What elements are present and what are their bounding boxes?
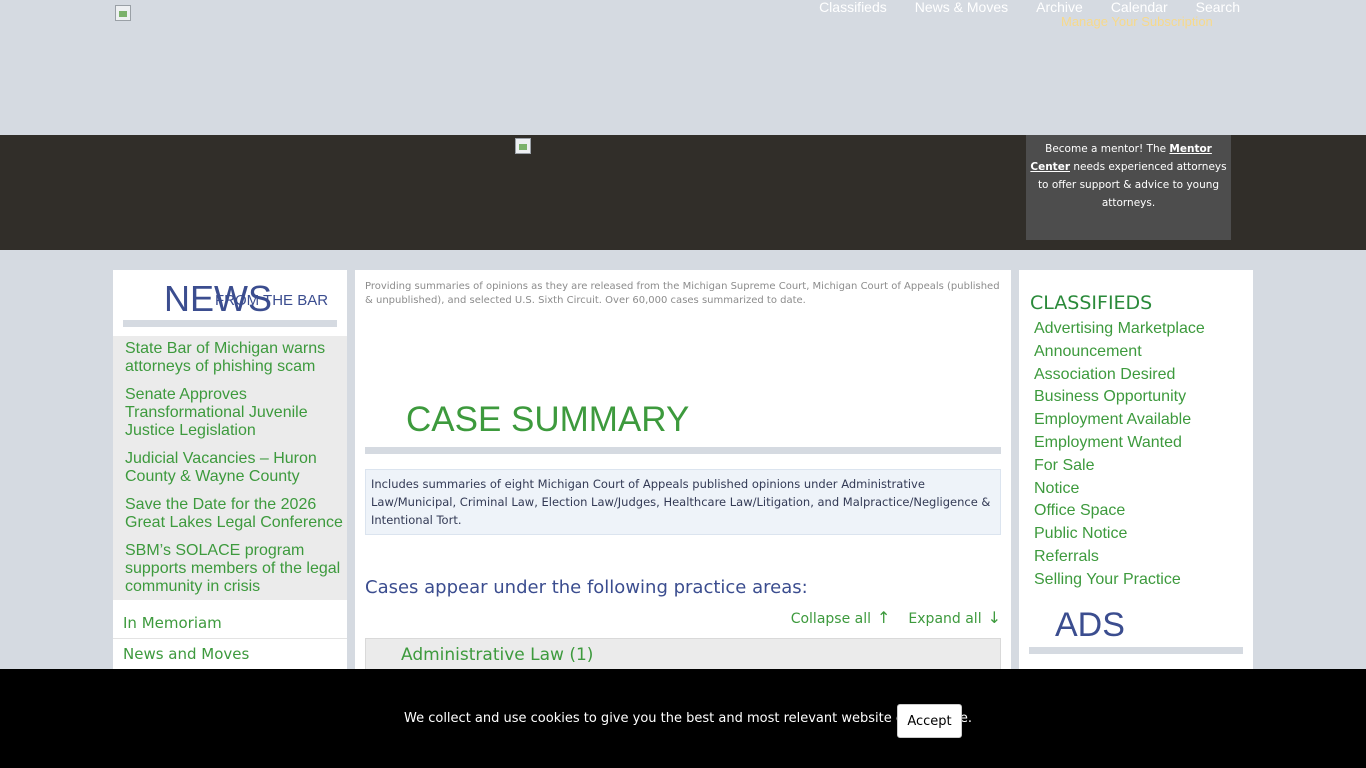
banner-image[interactable] xyxy=(515,138,531,154)
expand-collapse-controls: Collapse all ↑ Expand all ↓ xyxy=(791,608,1001,627)
nav-calendar[interactable]: Calendar xyxy=(1111,0,1168,14)
collapse-all-button[interactable]: Collapse all ↑ xyxy=(791,608,891,627)
news-item[interactable]: Judicial Vacancies – Huron County & Wayn… xyxy=(125,450,343,486)
news-and-moves-link[interactable]: News and Moves xyxy=(113,639,347,670)
nav-news-moves[interactable]: News & Moves xyxy=(915,0,1008,14)
cookie-message: We collect and use cookies to give you t… xyxy=(404,711,973,726)
news-heading-small: FROM THE BAR xyxy=(215,292,329,309)
expand-all-button[interactable]: Expand all ↓ xyxy=(908,608,1001,627)
classified-link[interactable]: Referrals xyxy=(1034,546,1253,569)
site-header: Classifieds News & Moves Archive Calenda… xyxy=(0,0,1366,135)
nav-archive[interactable]: Archive xyxy=(1036,0,1083,14)
nav-classifieds[interactable]: Classifieds xyxy=(819,0,887,14)
cookie-banner: We collect and use cookies to give you t… xyxy=(0,669,1366,768)
classified-link[interactable]: Employment Wanted xyxy=(1034,432,1253,455)
classified-link[interactable]: Selling Your Practice xyxy=(1034,569,1253,592)
divider xyxy=(123,320,337,327)
ads-heading: ADS xyxy=(1055,606,1125,644)
in-memoriam-link[interactable]: In Memoriam xyxy=(113,608,347,639)
page-title: CASE SUMMARY xyxy=(406,400,690,439)
manage-subscription-link[interactable]: Manage Your Subscription xyxy=(1061,14,1213,29)
news-heading: NEWS FROM THE BAR xyxy=(113,270,347,320)
banner: Become a mentor! The Mentor Center needs… xyxy=(0,135,1366,250)
classified-link[interactable]: For Sale xyxy=(1034,455,1253,478)
left-sidebar: NEWS FROM THE BAR State Bar of Michigan … xyxy=(113,270,347,690)
classified-link[interactable]: Office Space xyxy=(1034,500,1253,523)
news-item[interactable]: State Bar of Michigan warns attorneys of… xyxy=(125,340,343,376)
classified-link[interactable]: Public Notice xyxy=(1034,523,1253,546)
classified-link[interactable]: Business Opportunity xyxy=(1034,386,1253,409)
arrow-up-icon: ↑ xyxy=(877,608,891,627)
classified-link[interactable]: Employment Available xyxy=(1034,409,1253,432)
collapse-all-label: Collapse all xyxy=(790,611,872,627)
classifieds-list: Advertising Marketplace Announcement Ass… xyxy=(1019,314,1253,592)
news-item[interactable]: SBM’s SOLACE program supports members of… xyxy=(125,542,343,596)
right-sidebar: CLASSIFIEDS Advertising Marketplace Anno… xyxy=(1019,270,1253,690)
classified-link[interactable]: Announcement xyxy=(1034,341,1253,364)
arrow-down-icon: ↓ xyxy=(987,608,1001,627)
classifieds-heading: CLASSIFIEDS xyxy=(1030,292,1153,314)
news-list: State Bar of Michigan warns attorneys of… xyxy=(113,336,347,600)
nav-search[interactable]: Search xyxy=(1196,0,1240,14)
divider xyxy=(365,447,1001,454)
top-nav: Classifieds News & Moves Archive Calenda… xyxy=(819,0,1240,14)
summary-box: Includes summaries of eight Michigan Cou… xyxy=(365,469,1001,535)
classified-link[interactable]: Notice xyxy=(1034,478,1253,501)
news-item[interactable]: Save the Date for the 2026 Great Lakes L… xyxy=(125,496,343,532)
divider xyxy=(1029,647,1243,654)
site-logo[interactable] xyxy=(115,5,131,21)
news-item[interactable]: Senate Approves Transformational Juvenil… xyxy=(125,386,343,440)
main-content: Providing summaries of opinions as they … xyxy=(355,270,1011,690)
classified-link[interactable]: Advertising Marketplace xyxy=(1034,318,1253,341)
practice-areas-heading: Cases appear under the following practic… xyxy=(365,577,808,598)
mentor-promo: Become a mentor! The Mentor Center needs… xyxy=(1026,135,1231,240)
expand-all-label: Expand all xyxy=(908,611,982,627)
mentor-text-prefix: Become a mentor! The xyxy=(1045,143,1170,155)
accept-cookies-button[interactable]: Accept xyxy=(897,704,962,738)
intro-text: Providing summaries of opinions as they … xyxy=(365,281,1000,306)
classified-link[interactable]: Association Desired xyxy=(1034,364,1253,387)
